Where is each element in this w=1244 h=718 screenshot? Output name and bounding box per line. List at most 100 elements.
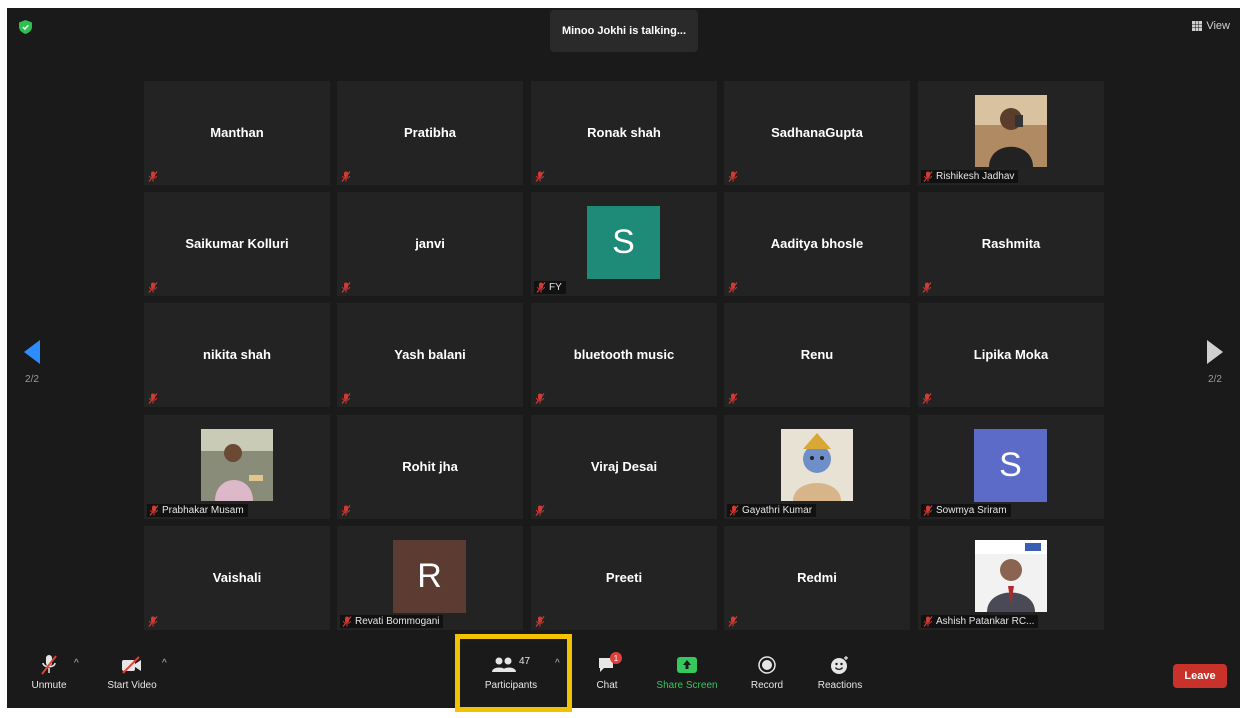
participant-tile[interactable]: Ashish Patankar RC...	[918, 526, 1104, 630]
page-indicator-right: 2/2	[1208, 374, 1222, 385]
participant-tile[interactable]: Manthan	[144, 81, 330, 185]
participant-tile[interactable]: Preeti	[531, 526, 717, 630]
chat-button[interactable]: 1 Chat	[587, 652, 627, 691]
muted-mic-icon	[41, 655, 57, 675]
video-options-caret[interactable]: ^	[162, 658, 167, 669]
participant-name: Sowmya Sriram	[936, 505, 1007, 516]
reactions-label: Reactions	[817, 680, 863, 691]
share-screen-label: Share Screen	[656, 680, 718, 691]
audio-options-caret[interactable]: ^	[74, 658, 79, 669]
participant-tile[interactable]: Renu	[724, 303, 910, 407]
next-page-button[interactable]: 2/2	[1195, 340, 1235, 385]
participant-tile[interactable]: Yash balani	[337, 303, 523, 407]
participant-tile[interactable]: Pratibha	[337, 81, 523, 185]
muted-mic-icon	[536, 282, 546, 293]
muted-mic-icon	[148, 171, 158, 182]
muted-mic-icon	[923, 616, 933, 627]
chat-unread-badge: 1	[610, 652, 622, 664]
chat-label: Chat	[596, 680, 618, 691]
page-indicator-left: 2/2	[25, 374, 39, 385]
muted-mic-icon	[728, 282, 738, 293]
zoom-meeting-window: Minoo Jokhi is talking... View 2/2 2/2 M…	[7, 8, 1240, 708]
participant-name: Gayathri Kumar	[742, 505, 813, 516]
muted-mic-icon	[535, 171, 545, 182]
participant-name: Revati Bommogani	[355, 616, 440, 627]
muted-mic-icon	[535, 505, 545, 516]
participant-name: FY	[549, 282, 562, 293]
participant-avatar: S	[974, 429, 1047, 502]
participant-tile[interactable]: Gayathri Kumar	[724, 415, 910, 519]
muted-mic-icon	[535, 616, 545, 627]
reactions-smiley-icon	[831, 656, 848, 674]
video-off-icon	[122, 656, 141, 674]
participant-tile[interactable]: Rashmita	[918, 192, 1104, 296]
video-grid: Manthan Pratibha Ronak shah SadhanaGupta Ris…	[144, 81, 1106, 634]
participant-name: Preeti	[605, 570, 643, 585]
participant-name-label: Ashish Patankar RC...	[921, 615, 1039, 628]
muted-mic-icon	[729, 505, 739, 516]
start-video-button[interactable]: Start Video	[99, 654, 165, 691]
participant-tile[interactable]: SadhanaGupta	[724, 81, 910, 185]
record-icon	[758, 656, 776, 674]
muted-mic-icon	[923, 171, 933, 182]
security-shield-icon[interactable]	[19, 20, 32, 34]
arrow-right-icon	[1207, 340, 1223, 364]
arrow-left-icon	[24, 340, 40, 364]
share-screen-icon	[677, 657, 697, 673]
participant-tile[interactable]: Aaditya bhosle	[724, 192, 910, 296]
participant-tile[interactable]: janvi	[337, 192, 523, 296]
share-screen-button[interactable]: Share Screen	[651, 654, 723, 691]
participant-tile[interactable]: S FY	[531, 192, 717, 296]
participant-tile[interactable]: Saikumar Kolluri	[144, 192, 330, 296]
view-button[interactable]: View	[1192, 20, 1230, 32]
prev-page-button[interactable]: 2/2	[12, 340, 52, 385]
participant-tile[interactable]: bluetooth music	[531, 303, 717, 407]
participant-name: Aaditya bhosle	[770, 236, 864, 251]
muted-mic-icon	[922, 282, 932, 293]
participant-tile[interactable]: nikita shah	[144, 303, 330, 407]
reactions-button[interactable]: Reactions	[811, 654, 869, 691]
record-label: Record	[750, 680, 784, 691]
muted-mic-icon	[728, 393, 738, 404]
participant-name: Rashmita	[981, 236, 1041, 251]
muted-mic-icon	[342, 616, 352, 627]
participant-name: SadhanaGupta	[771, 125, 863, 140]
record-button[interactable]: Record	[745, 654, 789, 691]
participant-name-label: Gayathri Kumar	[727, 504, 817, 517]
participant-name-label: FY	[534, 281, 566, 294]
leave-button[interactable]: Leave	[1173, 664, 1227, 688]
muted-mic-icon	[148, 282, 158, 293]
muted-mic-icon	[341, 505, 351, 516]
participant-name: Manthan	[210, 125, 264, 140]
participant-name: Ronak shah	[587, 125, 661, 140]
unmute-button[interactable]: Unmute	[21, 654, 77, 691]
participant-tile[interactable]: Lipika Moka	[918, 303, 1104, 407]
participant-photo	[781, 429, 853, 501]
participant-tile[interactable]: Redmi	[724, 526, 910, 630]
participant-name: Redmi	[797, 570, 837, 585]
participant-tile[interactable]: Rishikesh Jadhav	[918, 81, 1104, 185]
muted-mic-icon	[341, 282, 351, 293]
participant-tile[interactable]: S Sowmya Sriram	[918, 415, 1104, 519]
muted-mic-icon	[148, 393, 158, 404]
participant-photo	[975, 540, 1047, 612]
muted-mic-icon	[535, 393, 545, 404]
muted-mic-icon	[341, 393, 351, 404]
participants-highlight-box	[455, 634, 572, 712]
participant-photo	[975, 95, 1047, 167]
participant-name: Vaishali	[212, 570, 262, 585]
participant-tile[interactable]: Prabhakar Musam	[144, 415, 330, 519]
participant-tile[interactable]: Rohit jha	[337, 415, 523, 519]
participant-name-label: Prabhakar Musam	[147, 504, 248, 517]
participant-tile[interactable]: Viraj Desai	[531, 415, 717, 519]
participant-tile[interactable]: R Revati Bommogani	[337, 526, 523, 630]
grid-view-icon	[1192, 21, 1203, 31]
participant-tile[interactable]: Vaishali	[144, 526, 330, 630]
participant-name: nikita shah	[203, 347, 271, 362]
participant-tile[interactable]: Ronak shah	[531, 81, 717, 185]
participant-name: Pratibha	[403, 125, 456, 140]
muted-mic-icon	[923, 505, 933, 516]
participant-name: janvi	[415, 236, 445, 251]
participant-name: Lipika Moka	[973, 347, 1049, 362]
muted-mic-icon	[148, 616, 158, 627]
